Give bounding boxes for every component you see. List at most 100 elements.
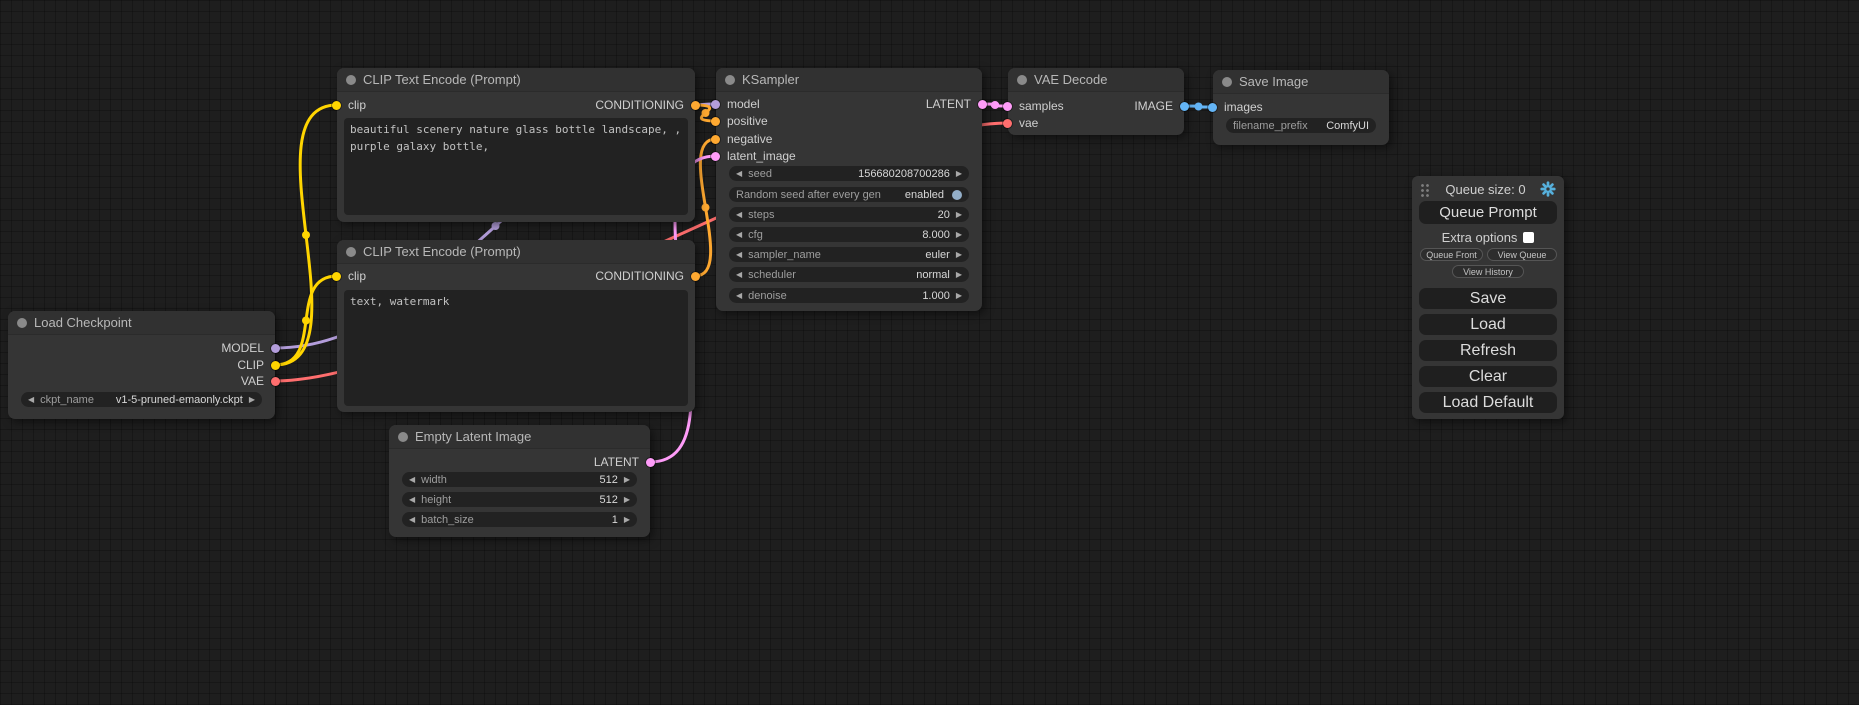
collapse-dot[interactable] <box>1017 75 1027 85</box>
prev-arrow-icon[interactable]: ◀ <box>736 211 742 219</box>
next-arrow-icon[interactable]: ▶ <box>956 251 962 259</box>
next-arrow-icon[interactable]: ▶ <box>624 516 630 524</box>
graph-canvas[interactable]: Load Checkpoint MODEL CLIP VAE ◀ ckpt_na… <box>0 0 1859 705</box>
node-clip-text-encode-positive[interactable]: CLIP Text Encode (Prompt) clip CONDITION… <box>337 68 695 222</box>
input-port-positive[interactable]: positive <box>711 115 768 127</box>
input-port-negative[interactable]: negative <box>711 133 772 145</box>
widget-scheduler[interactable]: ◀ scheduler normal ▶ <box>729 267 969 282</box>
next-arrow-icon[interactable]: ▶ <box>249 396 255 404</box>
queue-menu-panel[interactable]: Queue size: 0 Queue Prompt Extra options… <box>1412 176 1564 419</box>
input-port-images[interactable]: images <box>1208 101 1263 113</box>
output-port-model[interactable]: MODEL <box>221 342 280 354</box>
clip-port-dot[interactable] <box>271 361 280 370</box>
toggle-indicator[interactable] <box>952 190 962 200</box>
widget-denoise[interactable]: ◀ denoise 1.000 ▶ <box>729 288 969 303</box>
input-port-clip[interactable]: clip <box>332 270 366 282</box>
model-port-dot[interactable] <box>271 344 280 353</box>
widget-cfg[interactable]: ◀ cfg 8.000 ▶ <box>729 227 969 242</box>
prev-arrow-icon[interactable]: ◀ <box>409 516 415 524</box>
conditioning-port-dot[interactable] <box>711 135 720 144</box>
latent-port-dot[interactable] <box>711 152 720 161</box>
node-empty-latent-image[interactable]: Empty Latent Image LATENT ◀ width 512 ▶ … <box>389 425 650 537</box>
next-arrow-icon[interactable]: ▶ <box>956 211 962 219</box>
output-port-vae[interactable]: VAE <box>241 375 280 387</box>
image-port-dot[interactable] <box>1208 103 1217 112</box>
latent-port-dot[interactable] <box>1003 102 1012 111</box>
model-port-dot[interactable] <box>711 100 720 109</box>
next-arrow-icon[interactable]: ▶ <box>956 231 962 239</box>
prev-arrow-icon[interactable]: ◀ <box>409 496 415 504</box>
view-history-button[interactable]: View History <box>1452 265 1524 278</box>
prev-arrow-icon[interactable]: ◀ <box>736 271 742 279</box>
input-port-clip[interactable]: clip <box>332 99 366 111</box>
next-arrow-icon[interactable]: ▶ <box>956 292 962 300</box>
output-port-image[interactable]: IMAGE <box>1134 100 1189 112</box>
vae-port-dot[interactable] <box>1003 119 1012 128</box>
widget-sampler-name[interactable]: ◀ sampler_name euler ▶ <box>729 247 969 262</box>
node-header[interactable]: VAE Decode <box>1008 68 1184 92</box>
clear-button[interactable]: Clear <box>1419 366 1557 387</box>
node-load-checkpoint[interactable]: Load Checkpoint MODEL CLIP VAE ◀ ckpt_na… <box>8 311 275 419</box>
node-header[interactable]: CLIP Text Encode (Prompt) <box>337 68 695 92</box>
input-port-vae[interactable]: vae <box>1003 117 1038 129</box>
node-ksampler[interactable]: KSampler model positive negative latent_… <box>716 68 982 311</box>
prev-arrow-icon[interactable]: ◀ <box>736 231 742 239</box>
prev-arrow-icon[interactable]: ◀ <box>736 170 742 178</box>
node-save-image[interactable]: Save Image images filename_prefix ComfyU… <box>1213 70 1389 145</box>
collapse-dot[interactable] <box>725 75 735 85</box>
node-header[interactable]: CLIP Text Encode (Prompt) <box>337 240 695 264</box>
collapse-dot[interactable] <box>17 318 27 328</box>
view-queue-button[interactable]: View Queue <box>1487 248 1557 261</box>
prev-arrow-icon[interactable]: ◀ <box>736 292 742 300</box>
input-port-model[interactable]: model <box>711 98 760 110</box>
widget-height[interactable]: ◀ height 512 ▶ <box>402 492 637 507</box>
next-arrow-icon[interactable]: ▶ <box>624 476 630 484</box>
node-clip-text-encode-negative[interactable]: CLIP Text Encode (Prompt) clip CONDITION… <box>337 240 695 412</box>
input-port-samples[interactable]: samples <box>1003 100 1064 112</box>
widget-batch-size[interactable]: ◀ batch_size 1 ▶ <box>402 512 637 527</box>
clip-port-dot[interactable] <box>332 101 341 110</box>
node-header[interactable]: Load Checkpoint <box>8 311 275 335</box>
input-port-latent-image[interactable]: latent_image <box>711 150 796 162</box>
negative-prompt-textarea[interactable]: text, watermark <box>344 290 688 406</box>
conditioning-port-dot[interactable] <box>691 101 700 110</box>
image-port-dot[interactable] <box>1180 102 1189 111</box>
collapse-dot[interactable] <box>1222 77 1232 87</box>
node-vae-decode[interactable]: VAE Decode samples vae IMAGE <box>1008 68 1184 135</box>
output-port-conditioning[interactable]: CONDITIONING <box>595 270 700 282</box>
output-port-latent[interactable]: LATENT <box>594 456 655 468</box>
vae-port-dot[interactable] <box>271 377 280 386</box>
node-header[interactable]: Empty Latent Image <box>389 425 650 449</box>
drag-handle-icon[interactable] <box>1420 182 1431 197</box>
settings-gear-icon[interactable] <box>1540 181 1556 197</box>
refresh-button[interactable]: Refresh <box>1419 340 1557 361</box>
widget-seed[interactable]: ◀ seed 156680208700286 ▶ <box>729 166 969 181</box>
queue-front-button[interactable]: Queue Front <box>1420 248 1483 261</box>
widget-width[interactable]: ◀ width 512 ▶ <box>402 472 637 487</box>
output-port-latent[interactable]: LATENT <box>926 98 987 110</box>
widget-filename-prefix[interactable]: filename_prefix ComfyUI <box>1226 118 1376 133</box>
collapse-dot[interactable] <box>346 75 356 85</box>
node-header[interactable]: Save Image <box>1213 70 1389 94</box>
widget-random-seed-toggle[interactable]: Random seed after every gen enabled <box>729 187 969 202</box>
collapse-dot[interactable] <box>398 432 408 442</box>
widget-ckpt-name[interactable]: ◀ ckpt_name v1-5-pruned-emaonly.ckpt ▶ <box>21 392 262 407</box>
next-arrow-icon[interactable]: ▶ <box>956 170 962 178</box>
load-default-button[interactable]: Load Default <box>1419 392 1557 413</box>
collapse-dot[interactable] <box>346 247 356 257</box>
conditioning-port-dot[interactable] <box>691 272 700 281</box>
positive-prompt-textarea[interactable]: beautiful scenery nature glass bottle la… <box>344 118 688 215</box>
extra-options-checkbox[interactable] <box>1523 232 1534 243</box>
latent-port-dot[interactable] <box>646 458 655 467</box>
output-port-conditioning[interactable]: CONDITIONING <box>595 99 700 111</box>
widget-steps[interactable]: ◀ steps 20 ▶ <box>729 207 969 222</box>
prev-arrow-icon[interactable]: ◀ <box>409 476 415 484</box>
next-arrow-icon[interactable]: ▶ <box>956 271 962 279</box>
node-header[interactable]: KSampler <box>716 68 982 92</box>
conditioning-port-dot[interactable] <box>711 117 720 126</box>
prev-arrow-icon[interactable]: ◀ <box>736 251 742 259</box>
queue-prompt-button[interactable]: Queue Prompt <box>1419 201 1557 224</box>
next-arrow-icon[interactable]: ▶ <box>624 496 630 504</box>
clip-port-dot[interactable] <box>332 272 341 281</box>
load-button[interactable]: Load <box>1419 314 1557 335</box>
